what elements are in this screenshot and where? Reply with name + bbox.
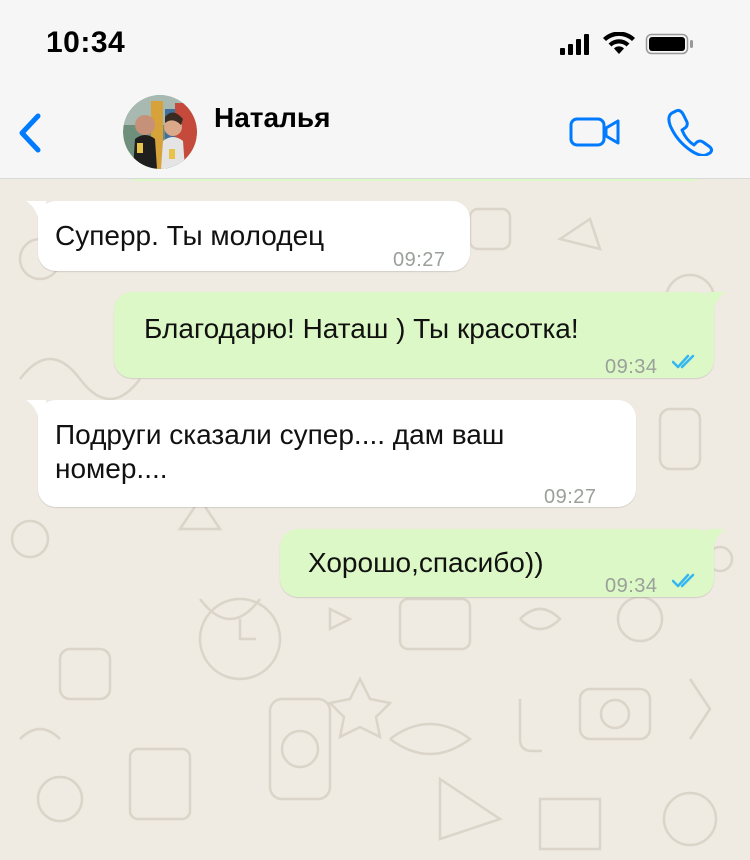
contact-name[interactable]: Наталья [214, 102, 330, 134]
message-time: 09:27 [393, 249, 446, 271]
message-text: Подруги сказали супер.... дам ваш номер.… [55, 419, 505, 484]
message-bubble-incoming[interactable]: Подруги сказали супер.... дам ваш номер.… [26, 400, 636, 508]
phone-call-icon[interactable] [666, 106, 714, 156]
read-receipt-icon [672, 573, 695, 588]
chat-header: Наталья [0, 88, 750, 179]
read-receipt-icon [672, 354, 695, 369]
bubble-tail [706, 292, 726, 314]
avatar[interactable] [123, 95, 197, 169]
previous-message-bubble [120, 179, 710, 181]
message-time: 09:34 [605, 575, 658, 597]
message-bubble-outgoing[interactable]: Благодарю! Наташ ) Ты красотка! 09:34 [114, 292, 726, 378]
chevron-left-icon[interactable] [14, 108, 50, 158]
video-call-icon[interactable] [568, 114, 622, 150]
message-text: Суперр. Ты молодец [55, 220, 325, 251]
message-time: 09:34 [605, 356, 658, 378]
battery-icon [645, 33, 693, 55]
bubble-tail [26, 400, 46, 422]
message-bubble-incoming[interactable]: Суперр. Ты молодец 09:27 [26, 201, 470, 271]
message-time: 09:27 [544, 486, 597, 508]
cellular-signal-icon [560, 34, 589, 55]
message-text: Хорошо,спасибо)) [308, 547, 544, 578]
bubble-tail [706, 529, 726, 551]
wifi-icon [603, 32, 635, 54]
bubble-tail [26, 201, 46, 223]
status-icons [560, 32, 693, 55]
message-bubble-outgoing[interactable]: Хорошо,спасибо)) 09:34 [280, 529, 726, 597]
status-bar: 10:34 [0, 0, 750, 88]
chat-background-pattern [10, 207, 734, 851]
status-time: 10:34 [46, 26, 126, 59]
message-text: Благодарю! Наташ ) Ты красотка! [144, 313, 579, 344]
chat-area[interactable]: Суперр. Ты молодец 09:27 Благодарю! Ната… [0, 179, 750, 860]
